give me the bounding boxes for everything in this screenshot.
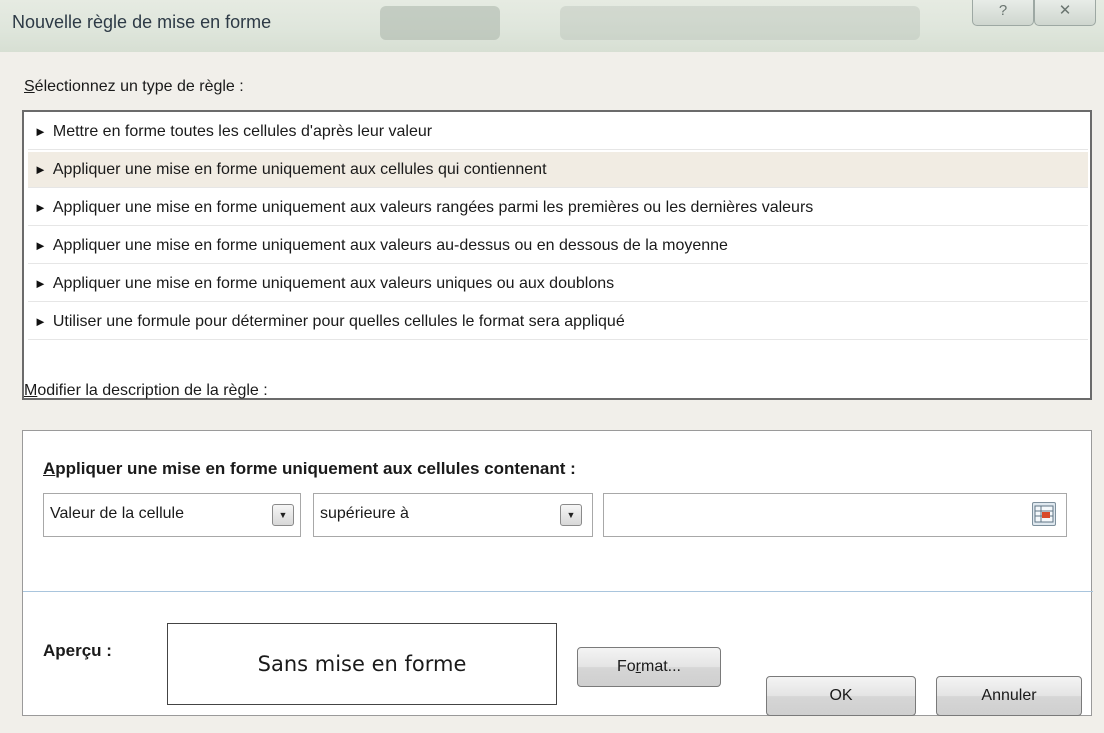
bullet-arrow-icon: ► — [34, 124, 47, 139]
preview-box: Sans mise en forme — [167, 623, 557, 705]
chevron-down-icon[interactable]: ▼ — [272, 504, 294, 526]
background-blur — [560, 6, 920, 40]
rule-type-list: ► Mettre en forme toutes les cellules d'a… — [22, 110, 1092, 400]
format-button[interactable]: Format... — [577, 647, 721, 687]
bullet-arrow-icon: ► — [34, 162, 47, 177]
bullet-arrow-icon: ► — [34, 314, 47, 329]
rule-item-top-bottom[interactable]: ► Appliquer une mise en forme uniquement … — [28, 190, 1088, 226]
cancel-button[interactable]: Annuler — [936, 676, 1082, 716]
separator-line — [23, 591, 1093, 592]
rule-description-label: Modifier la description de la règle : — [24, 382, 268, 399]
dialog-body: Sélectionnez un type de règle : ► Mettre … — [10, 52, 1104, 733]
rule-description-title: Appliquer une mise en forme uniquement a… — [43, 459, 576, 478]
rule-item-formula[interactable]: ► Utiliser une formule pour déterminer po… — [28, 304, 1088, 340]
value-input[interactable] — [603, 493, 1067, 537]
cell-value-combo[interactable]: Valeur de la cellule ▼ — [43, 493, 301, 537]
rule-item-cells-containing[interactable]: ► Appliquer une mise en forme uniquement … — [28, 152, 1088, 188]
bullet-arrow-icon: ► — [34, 200, 47, 215]
ok-button[interactable]: OK — [766, 676, 916, 716]
rule-item-above-below-average[interactable]: ► Appliquer une mise en forme uniquement … — [28, 228, 1088, 264]
bullet-arrow-icon: ► — [34, 276, 47, 291]
chevron-down-icon[interactable]: ▼ — [560, 504, 582, 526]
cell-value-combo-value: Valeur de la cellule — [50, 505, 185, 522]
rule-description-panel: Appliquer une mise en forme uniquement a… — [22, 430, 1093, 716]
operator-combo[interactable]: supérieure à ▼ — [313, 493, 593, 537]
close-button[interactable]: ✕ — [1034, 0, 1096, 26]
rule-item-unique-duplicate[interactable]: ► Appliquer une mise en forme uniquement … — [28, 266, 1088, 302]
background-blur — [380, 6, 500, 40]
rule-item-all-cells[interactable]: ► Mettre en forme toutes les cellules d'a… — [28, 114, 1088, 150]
preview-label: Aperçu : — [43, 641, 112, 660]
operator-combo-value: supérieure à — [320, 505, 409, 522]
bullet-arrow-icon: ► — [34, 238, 47, 253]
rule-type-label: Sélectionnez un type de règle : — [24, 78, 244, 95]
help-button[interactable]: ? — [972, 0, 1034, 26]
range-selector-icon[interactable] — [1032, 502, 1056, 526]
window-title: Nouvelle règle de mise en forme — [12, 12, 272, 32]
close-icon: ✕ — [1058, 2, 1072, 19]
title-bar: Nouvelle règle de mise en forme ? ✕ — [0, 0, 1104, 52]
help-icon: ? — [998, 2, 1008, 19]
